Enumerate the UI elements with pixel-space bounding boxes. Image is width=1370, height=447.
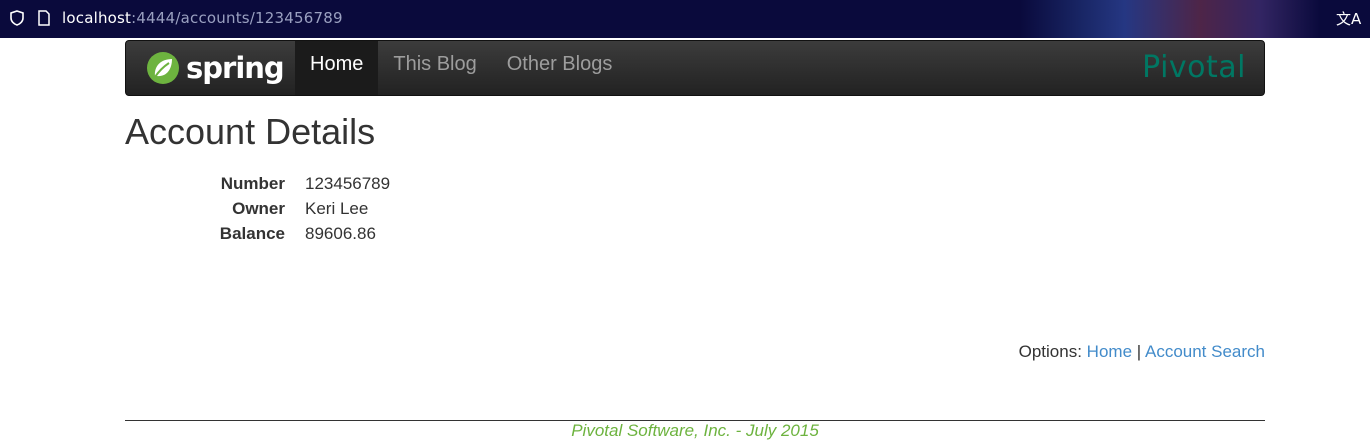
nav-menu: Home This Blog Other Blogs: [295, 41, 627, 95]
detail-row-owner: Owner Keri Lee: [125, 196, 725, 221]
balance-label: Balance: [219, 224, 285, 243]
nav-this-blog[interactable]: This Blog: [378, 41, 491, 95]
nav-home[interactable]: Home: [295, 41, 379, 95]
detail-row-number: Number 123456789: [125, 171, 725, 196]
page-title: Account Details: [125, 111, 376, 152]
pivotal-logo[interactable]: Pivotal: [1142, 51, 1246, 84]
detail-row-balance: Balance 89606.86: [125, 221, 725, 246]
shield-icon[interactable]: [10, 10, 24, 26]
nav-other-blogs[interactable]: Other Blogs: [492, 41, 628, 95]
footer-text: Pivotal Software, Inc. - July 2015: [571, 421, 819, 440]
owner-value: Keri Lee: [305, 199, 369, 218]
top-navbar: spring Home This Blog Other Blogs Pivota…: [125, 40, 1265, 96]
toolbar-background: [1020, 0, 1320, 38]
balance-value: 89606.86: [305, 224, 376, 243]
spring-logo[interactable]: spring: [146, 50, 285, 86]
url-host: localhost: [62, 9, 132, 27]
options-separator: |: [1136, 342, 1142, 361]
number-label: Number: [220, 174, 285, 193]
brand-text: spring: [186, 50, 285, 85]
number-value: 123456789: [305, 174, 391, 193]
options-home-link[interactable]: Home: [1087, 342, 1132, 361]
account-search-link[interactable]: Account Search: [1145, 342, 1265, 361]
spring-leaf-icon: [147, 52, 179, 84]
page-icon: [38, 10, 50, 26]
url-path: :4444/accounts/123456789: [131, 9, 343, 27]
owner-label: Owner: [232, 199, 285, 218]
options-label: Options:: [1018, 342, 1082, 361]
options-bar: Options: Home | Account Search: [1019, 342, 1265, 362]
address-field[interactable]: localhost:4444/accounts/123456789: [62, 9, 343, 27]
browser-url-bar: localhost:4444/accounts/123456789 文A: [0, 0, 1370, 38]
translate-icon[interactable]: 文A: [1336, 8, 1361, 29]
account-details: Number 123456789 Owner Keri Lee Balance …: [125, 171, 725, 246]
